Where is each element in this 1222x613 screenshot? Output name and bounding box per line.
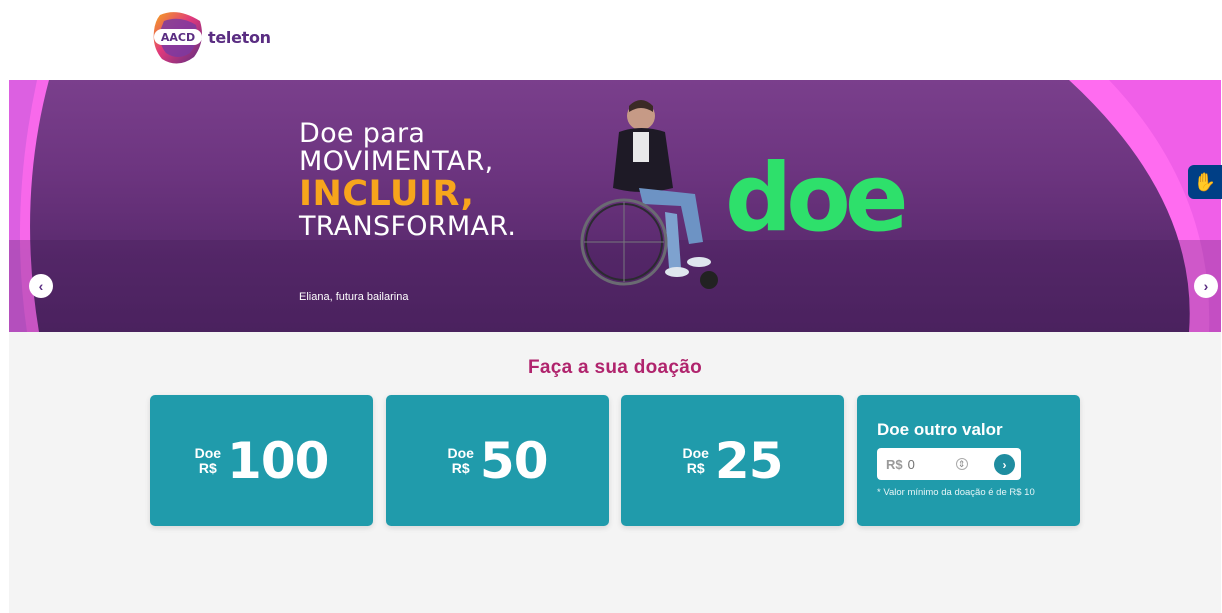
- donate-amount: Doe R$ 25: [621, 395, 844, 526]
- doe-label: Doe: [447, 444, 474, 461]
- custom-donation-card: Doe outro valor R$ ⇕ › * Valor mínimo da…: [857, 395, 1080, 526]
- doe-label: Doe: [194, 444, 222, 461]
- amount-value: 25: [714, 431, 784, 490]
- currency-label: R$: [686, 459, 705, 476]
- custom-donation-title: Doe outro valor: [877, 420, 1003, 439]
- banner-caption: Eliana, futura bailarina: [299, 291, 409, 303]
- person-in-wheelchair-image: [580, 100, 718, 289]
- headline-line-3: INCLUIR,: [299, 174, 475, 215]
- donation-section: Faça a sua doação Doe R$ 100 Doe R$ 50 D…: [9, 332, 1221, 613]
- logo-badge-text: AACD: [161, 31, 195, 44]
- donate-amount: Doe R$ 50: [386, 395, 609, 526]
- doe-label: Doe: [682, 444, 709, 461]
- donate-100-button[interactable]: Doe R$ 100: [150, 395, 373, 526]
- banner-doe-word: doe: [725, 144, 909, 253]
- hero-banner[interactable]: Doe para MOVIMENTAR, INCLUIR, TRANSFORMA…: [9, 80, 1221, 332]
- amount-value: 50: [479, 431, 549, 490]
- currency-label: R$: [451, 459, 470, 476]
- amount-value: 100: [227, 431, 329, 490]
- currency-label: R$: [198, 459, 217, 476]
- chevron-right-icon: ›: [1203, 278, 1209, 294]
- carousel-prev-button[interactable]: ‹: [29, 274, 53, 298]
- currency-prefix: R$: [886, 456, 903, 472]
- donate-50-button[interactable]: Doe R$ 50: [386, 395, 609, 526]
- donate-amount: Doe R$ 100: [150, 395, 373, 526]
- accessibility-widget-button[interactable]: ✋: [1188, 165, 1222, 199]
- custom-amount-field[interactable]: R$ ⇕ ›: [877, 448, 1021, 480]
- custom-amount-input[interactable]: [907, 456, 950, 472]
- site-header: AACD teleton: [0, 0, 1222, 80]
- headline-line-2: MOVIMENTAR,: [299, 146, 494, 178]
- minimum-donation-note: * Valor mínimo da doação é de R$ 10: [877, 487, 1035, 498]
- headline-line-1: Doe para: [299, 118, 426, 149]
- banner-headline: Doe para MOVIMENTAR, INCLUIR, TRANSFORMA…: [299, 118, 517, 242]
- donation-title: Faça a sua doação: [527, 357, 703, 378]
- number-stepper-icon[interactable]: ⇕: [955, 458, 968, 470]
- sign-language-icon: ✋: [1193, 171, 1217, 192]
- headline-line-4: TRANSFORMAR.: [299, 210, 517, 242]
- carousel-next-button[interactable]: ›: [1194, 274, 1218, 298]
- aacd-teleton-logo[interactable]: AACD teleton: [150, 7, 271, 67]
- logo-mark: AACD: [150, 7, 206, 67]
- donate-25-button[interactable]: Doe R$ 25: [621, 395, 844, 526]
- submit-arrow-button[interactable]: ›: [994, 454, 1015, 475]
- chevron-left-icon: ‹: [38, 278, 44, 294]
- logo-text: teleton: [208, 27, 271, 47]
